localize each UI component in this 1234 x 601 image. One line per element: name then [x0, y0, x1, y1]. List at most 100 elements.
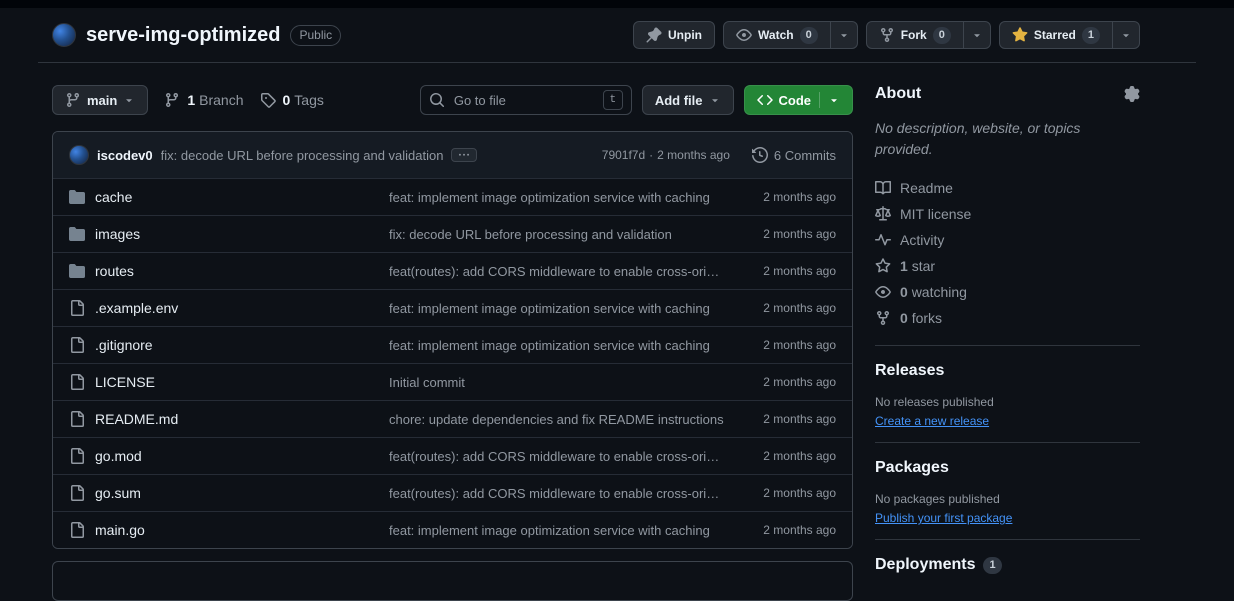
readme-section [52, 561, 853, 601]
table-row: go.mod feat(routes): add CORS middleware … [53, 437, 852, 474]
commit-meta-separator: · [649, 148, 653, 162]
about-heading: About [875, 85, 921, 103]
repo-title-group: serve-img-optimized Public [52, 23, 341, 47]
branches-link[interactable]: 1Branch [164, 92, 243, 108]
commit-message-link[interactable]: feat: implement image optimization servi… [389, 523, 726, 538]
latest-commit-message-link[interactable]: fix: decode URL before processing and va… [161, 148, 444, 163]
fork-count: 0 [933, 27, 951, 44]
watch-dropdown-button[interactable] [831, 21, 858, 49]
stat-text: 0 forks [900, 310, 942, 326]
repo-owner-avatar[interactable] [52, 23, 76, 47]
tags-text: 0Tags [283, 92, 324, 108]
add-file-button[interactable]: Add file [642, 85, 734, 115]
file-name-cell: main.go [69, 522, 389, 538]
commit-message-link[interactable]: feat(routes): add CORS middleware to ena… [389, 264, 726, 279]
repo-title[interactable]: serve-img-optimized [86, 25, 280, 45]
commit-author-link[interactable]: iscodev0 [97, 148, 153, 163]
go-to-file-search[interactable]: t [420, 85, 632, 115]
file-link[interactable]: images [95, 226, 140, 242]
fork-button[interactable]: Fork 0 [866, 21, 964, 49]
file-link[interactable]: README.md [95, 411, 178, 427]
pulse-icon [875, 232, 891, 248]
table-row: README.md chore: update dependencies and … [53, 400, 852, 437]
create-release-link[interactable]: Create a new release [875, 414, 989, 428]
commit-message-link[interactable]: feat: implement image optimization servi… [389, 338, 726, 353]
about-item-activity[interactable]: Activity [875, 227, 1140, 253]
go-to-file-input[interactable] [452, 92, 596, 109]
commit-author-avatar[interactable] [69, 145, 89, 165]
starred-label: Starred [1034, 28, 1076, 42]
releases-heading[interactable]: Releases [875, 362, 1140, 380]
global-top-bar [0, 0, 1234, 8]
releases-section: Releases No releases published Create a … [875, 362, 1140, 443]
file-link[interactable]: cache [95, 189, 132, 205]
unpin-label: Unpin [668, 28, 702, 42]
commit-message-cell: feat(routes): add CORS middleware to ena… [389, 264, 726, 279]
tags-link[interactable]: 0Tags [260, 92, 324, 108]
about-item-readme[interactable]: Readme [875, 175, 1140, 201]
chevron-down-icon [123, 94, 135, 106]
packages-heading[interactable]: Packages [875, 459, 1140, 477]
about-item-mit-license[interactable]: MIT license [875, 201, 1140, 227]
commit-time: 2 months ago [726, 338, 836, 352]
file-link[interactable]: .gitignore [95, 337, 153, 353]
commit-message-link[interactable]: fix: decode URL before processing and va… [389, 227, 726, 242]
commit-message-expander-button[interactable] [451, 148, 477, 162]
file-link[interactable]: LICENSE [95, 374, 155, 390]
commit-message-link[interactable]: Initial commit [389, 375, 726, 390]
file-link[interactable]: routes [95, 263, 134, 279]
commit-message-link[interactable]: feat: implement image optimization servi… [389, 190, 726, 205]
publish-package-link[interactable]: Publish your first package [875, 511, 1012, 525]
commit-time: 2 months ago [726, 190, 836, 204]
about-item-forks[interactable]: 0 forks [875, 305, 1140, 331]
commit-time: 2 months ago [726, 301, 836, 315]
gear-icon[interactable] [1124, 86, 1140, 102]
book-icon [875, 180, 891, 196]
commit-history-link[interactable]: 6 Commits [752, 147, 836, 163]
commit-time: 2 months ago [726, 449, 836, 463]
commit-meta: 7901f7d · 2 months ago [602, 148, 730, 162]
commit-message-link[interactable]: feat(routes): add CORS middleware to ena… [389, 449, 726, 464]
file-icon [69, 337, 85, 353]
file-icon [69, 374, 85, 390]
file-link[interactable]: go.sum [95, 485, 141, 501]
star-count: 1 [1082, 27, 1100, 44]
commit-message-cell: feat: implement image optimization servi… [389, 301, 726, 316]
commit-message-cell: chore: update dependencies and fix READM… [389, 412, 726, 427]
code-button-divider [819, 92, 820, 108]
about-item-star[interactable]: 1 star [875, 253, 1140, 279]
star-dropdown-button[interactable] [1113, 21, 1140, 49]
commit-hash-link[interactable]: 7901f7d [602, 148, 645, 162]
stat-label: Activity [900, 232, 944, 248]
code-button[interactable]: Code [744, 85, 854, 115]
chevron-down-icon [709, 94, 721, 106]
fork-button-group: Fork 0 [866, 21, 991, 49]
file-icon [69, 522, 85, 538]
watch-button[interactable]: Watch 0 [723, 21, 831, 49]
file-link[interactable]: .example.env [95, 300, 178, 316]
commit-message-link[interactable]: feat: implement image optimization servi… [389, 301, 726, 316]
file-link[interactable]: go.mod [95, 448, 142, 464]
fork-icon [875, 310, 891, 326]
file-link[interactable]: main.go [95, 522, 145, 538]
commit-message-link[interactable]: chore: update dependencies and fix READM… [389, 412, 726, 427]
file-name-cell: routes [69, 263, 389, 279]
commit-message-link[interactable]: feat(routes): add CORS middleware to ena… [389, 486, 726, 501]
table-row: images fix: decode URL before processing … [53, 215, 852, 252]
unpin-button[interactable]: Unpin [633, 21, 715, 49]
commit-time: 2 months ago [726, 486, 836, 500]
file-name-cell: .example.env [69, 300, 389, 316]
commit-time: 2 months ago [726, 412, 836, 426]
commit-message-cell: feat: implement image optimization servi… [389, 190, 726, 205]
starred-button[interactable]: Starred 1 [999, 21, 1113, 49]
fork-dropdown-button[interactable] [964, 21, 991, 49]
repo-forked-icon [879, 27, 895, 43]
about-item-watching[interactable]: 0 watching [875, 279, 1140, 305]
repo-header: serve-img-optimized Public Unpin Watch 0 [0, 8, 1234, 63]
deployments-heading[interactable]: Deployments 1 [875, 556, 1140, 574]
packages-section: Packages No packages published Publish y… [875, 459, 1140, 540]
law-icon [875, 206, 891, 222]
git-branch-icon [164, 92, 180, 108]
branch-selector[interactable]: main [52, 85, 148, 115]
stat-label: Readme [900, 180, 953, 196]
